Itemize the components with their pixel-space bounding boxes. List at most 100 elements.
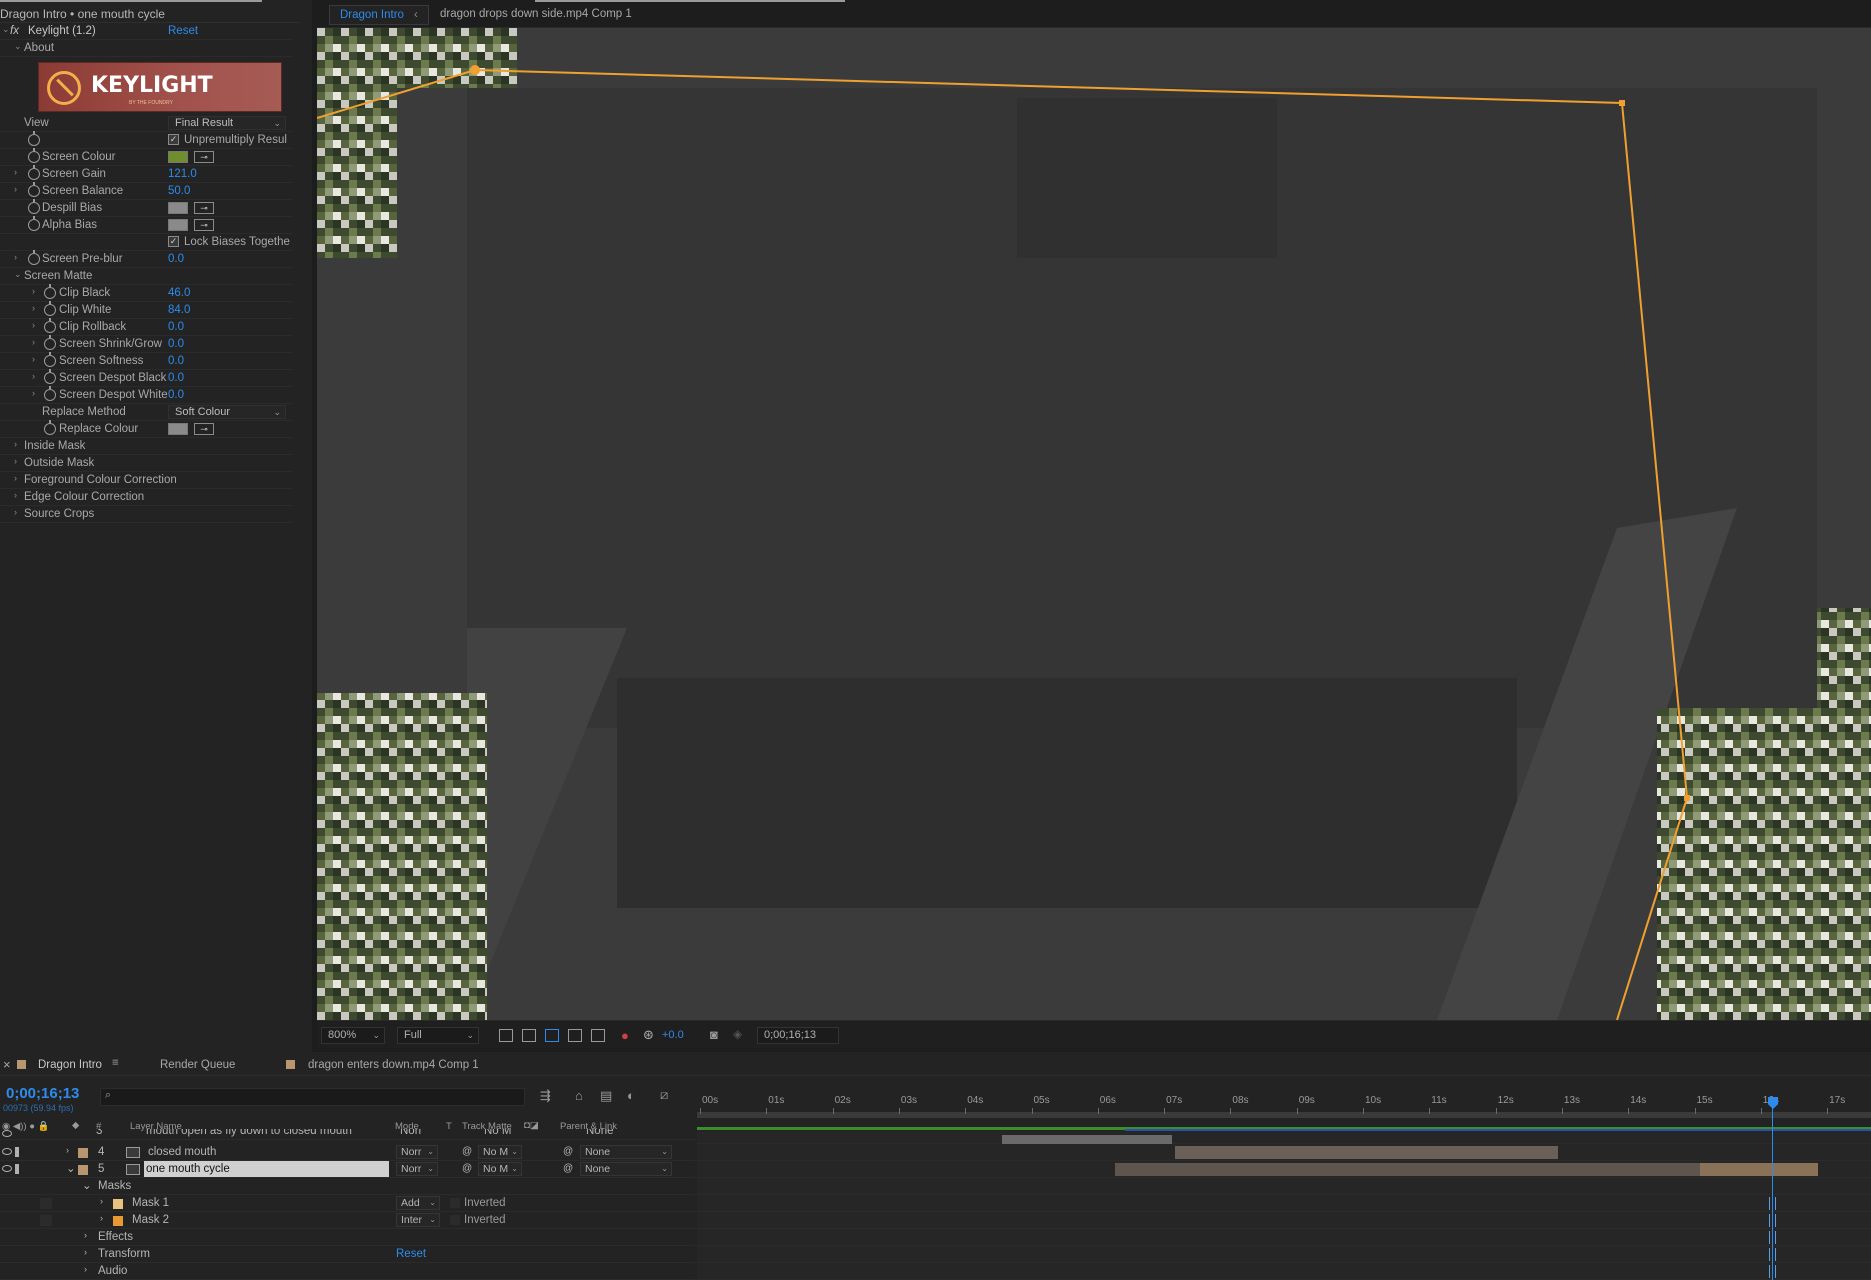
eye-icon[interactable] xyxy=(2,1165,12,1172)
chevron-right-icon[interactable]: › xyxy=(32,371,35,381)
stopwatch-icon[interactable] xyxy=(28,165,40,180)
audio-icon[interactable] xyxy=(15,1164,24,1174)
chevron-right-icon[interactable]: › xyxy=(14,167,17,177)
clip-rollback-value[interactable]: 0.0 xyxy=(168,321,184,333)
despot-white-value[interactable]: 0.0 xyxy=(168,389,184,401)
despot-black-value[interactable]: 0.0 xyxy=(168,372,184,384)
tab-render-queue[interactable]: Render Queue xyxy=(160,1059,235,1071)
mask-row[interactable]: › Mask 1 Add ⌄ Inverted xyxy=(0,1195,695,1212)
show-snapshot-icon[interactable]: ◈ xyxy=(733,1027,742,1041)
mask-name[interactable]: Mask 1 xyxy=(132,1197,169,1209)
source-crops-row[interactable]: › Source Crops xyxy=(0,506,292,523)
fg-correction-row[interactable]: › Foreground Colour Correction xyxy=(0,472,292,489)
layer-mode[interactable]: Norr xyxy=(400,1129,422,1137)
chevron-right-icon[interactable]: › xyxy=(100,1213,103,1223)
stopwatch-icon[interactable] xyxy=(28,131,40,146)
layer-search-input[interactable]: ⌕ xyxy=(100,1088,525,1106)
screen-gain-value[interactable]: 121.0 xyxy=(168,168,197,180)
chevron-right-icon[interactable]: › xyxy=(32,337,35,347)
mask-visibility-icon[interactable] xyxy=(545,1029,559,1042)
softness-value[interactable]: 0.0 xyxy=(168,355,184,367)
menu-icon[interactable]: ≡ xyxy=(112,1057,119,1069)
replace-colour-swatch[interactable] xyxy=(168,423,188,435)
mask-lock-toggle[interactable] xyxy=(40,1215,52,1226)
shy-layers-icon[interactable]: ▤ xyxy=(600,1088,612,1104)
stopwatch-icon[interactable] xyxy=(28,182,40,197)
chevron-right-icon[interactable]: › xyxy=(32,388,35,398)
stopwatch-icon[interactable] xyxy=(44,335,56,350)
layer-row[interactable]: › 4 closed mouth Norr ⌄ @ No M ⌄ @ None ⌄ xyxy=(0,1144,695,1161)
chevron-right-icon[interactable]: › xyxy=(32,320,35,330)
stopwatch-icon[interactable] xyxy=(44,352,56,367)
mode-dropdown[interactable]: Norr ⌄ xyxy=(396,1145,438,1159)
tab-dragon-intro[interactable]: Dragon Intro ‹ xyxy=(329,5,429,25)
chevron-right-icon[interactable]: › xyxy=(14,456,17,466)
chevron-right-icon[interactable]: › xyxy=(100,1196,103,1206)
chevron-right-icon[interactable]: › xyxy=(84,1264,87,1274)
chevron-right-icon[interactable]: › xyxy=(32,354,35,364)
layer-track[interactable] xyxy=(697,1131,1871,1144)
chevron-down-icon[interactable]: ⌄ xyxy=(2,24,10,35)
transform-reset-link[interactable]: Reset xyxy=(396,1248,426,1260)
spiral-icon[interactable]: @ xyxy=(462,1146,472,1157)
close-icon[interactable]: × xyxy=(3,1057,11,1072)
eye-icon[interactable] xyxy=(2,1148,12,1155)
viewer-image[interactable] xyxy=(317,28,1871,1020)
motion-blur-icon[interactable]: ◐ xyxy=(627,1088,635,1103)
mode-dropdown[interactable]: Norr ⌄ xyxy=(396,1162,438,1176)
eyedropper-icon[interactable]: ⊸ xyxy=(194,219,214,231)
stopwatch-icon[interactable] xyxy=(44,301,56,316)
stopwatch-icon[interactable] xyxy=(44,420,56,435)
shrink-grow-value[interactable]: 0.0 xyxy=(168,338,184,350)
label-color-chip[interactable] xyxy=(78,1165,88,1175)
mask-mode-dropdown[interactable]: Add ⌄ xyxy=(396,1196,440,1210)
chevron-down-icon[interactable]: ⌄ xyxy=(14,269,22,280)
track-matte-dropdown[interactable]: No M ⌄ xyxy=(478,1145,522,1159)
mask-color-chip[interactable] xyxy=(113,1216,123,1226)
stopwatch-icon[interactable] xyxy=(44,284,56,299)
screen-balance-value[interactable]: 50.0 xyxy=(168,185,190,197)
effect-header-row[interactable]: ⌄ fx Keylight (1.2) Reset xyxy=(0,23,292,40)
chevron-right-icon[interactable]: › xyxy=(14,439,17,449)
effect-reset-link[interactable]: Reset xyxy=(168,25,198,37)
clip-black-value[interactable]: 46.0 xyxy=(168,287,190,299)
layer-name[interactable]: closed mouth xyxy=(148,1146,216,1158)
chevron-right-icon[interactable]: › xyxy=(14,490,17,500)
screen-matte-row[interactable]: ⌄ Screen Matte xyxy=(0,268,292,285)
channels-icon[interactable]: ● xyxy=(621,1028,629,1043)
eyedropper-icon[interactable]: ⊸ xyxy=(194,202,214,214)
exposure-value[interactable]: +0.0 xyxy=(662,1029,684,1041)
outside-mask-row[interactable]: › Outside Mask xyxy=(0,455,292,472)
parent-dropdown[interactable]: None ⌄ xyxy=(580,1162,672,1176)
stopwatch-icon[interactable] xyxy=(44,318,56,333)
mask-mode-dropdown[interactable]: Inter ⌄ xyxy=(396,1213,440,1227)
inside-mask-row[interactable]: › Inside Mask xyxy=(0,438,292,455)
viewer-timecode[interactable]: 0;00;16;13 xyxy=(757,1027,839,1044)
mask-vertex-handle[interactable] xyxy=(1619,100,1625,106)
clip-white-value[interactable]: 84.0 xyxy=(168,304,190,316)
stopwatch-icon[interactable] xyxy=(28,250,40,265)
chevron-right-icon[interactable]: › xyxy=(14,507,17,517)
stopwatch-icon[interactable] xyxy=(28,148,40,163)
label-color-chip[interactable] xyxy=(78,1148,88,1158)
resolution-dropdown[interactable]: Full ⌄ xyxy=(397,1027,479,1044)
chevron-down-icon[interactable]: ⌄ xyxy=(14,41,22,52)
current-time-display[interactable]: 0;00;16;13 xyxy=(6,1085,79,1102)
pickwhip-icon[interactable]: @ xyxy=(563,1163,573,1174)
current-time-indicator[interactable] xyxy=(1772,1108,1773,1280)
chevron-right-icon[interactable]: › xyxy=(84,1230,87,1240)
stopwatch-icon[interactable] xyxy=(28,199,40,214)
chevron-down-icon[interactable]: ⌄ xyxy=(82,1178,92,1192)
audio-group-row[interactable]: › Audio xyxy=(0,1263,695,1280)
composition-viewer[interactable] xyxy=(317,28,1871,1020)
unpremultiply-checkbox[interactable]: ✓ xyxy=(168,134,179,145)
inverted-checkbox[interactable] xyxy=(450,1198,460,1208)
layer-selected-segment[interactable] xyxy=(1700,1163,1818,1176)
mask-vertex-handle[interactable] xyxy=(1684,795,1690,801)
lock-biases-checkbox[interactable]: ✓ xyxy=(168,236,179,247)
mask-color-chip[interactable] xyxy=(113,1199,123,1209)
screen-colour-swatch[interactable] xyxy=(168,151,188,163)
stopwatch-icon[interactable] xyxy=(28,216,40,231)
fast-preview-icon[interactable] xyxy=(499,1029,513,1042)
masks-group-row[interactable]: ⌄ Masks xyxy=(0,1178,695,1195)
